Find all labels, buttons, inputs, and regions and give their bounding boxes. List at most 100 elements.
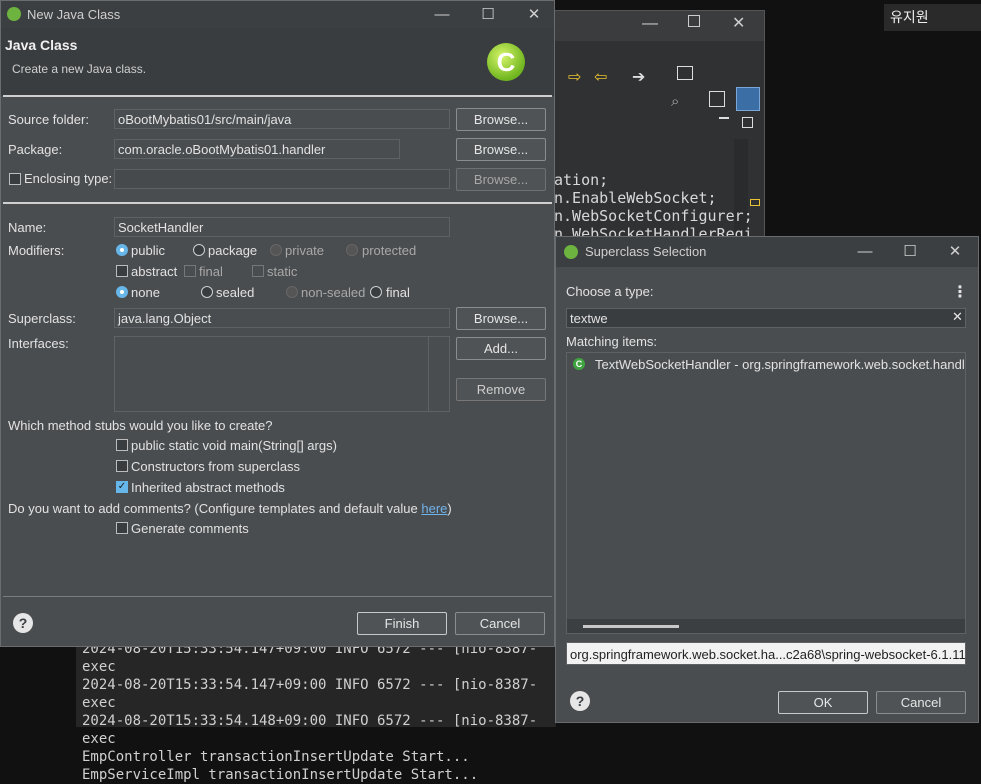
minimize-icon[interactable]: — [419,1,465,28]
superclass-browse-button[interactable]: Browse... [456,307,546,330]
modifier-public-radio[interactable] [116,244,128,256]
comments-question: Do you want to add comments? (Configure … [8,501,452,516]
static-label: static [267,264,298,279]
comments-question-end: ) [447,501,452,516]
interfaces-label: Interfaces: [8,336,69,351]
class-name-field[interactable]: SocketHandler [114,217,450,237]
list-horizontal-scrollbar[interactable] [567,619,965,633]
minimize-icon[interactable]: — [842,237,888,267]
sealed-radio[interactable] [201,286,213,298]
source-folder-field[interactable]: oBootMybatis01/src/main/java [114,109,450,129]
superclass-field[interactable]: java.lang.Object [114,308,450,328]
type-search-input[interactable]: textwe [566,308,966,328]
prev-annotation-icon[interactable]: ⇦ [594,67,607,87]
ide-titlebar: — ✕ [554,11,764,41]
open-perspective-icon[interactable] [709,91,725,107]
maximize-icon[interactable]: ☐ [887,237,933,267]
console-line: 2024-08-20T15:33:54.148+09:00 INFO 6572 … [82,713,538,747]
main-stub-label: public static void main(String[] args) [131,438,337,453]
final-radio[interactable] [370,286,382,298]
minimize-icon[interactable]: — [642,15,658,33]
method-stubs-question: Which method stubs would you like to cre… [8,418,273,433]
add-interface-button[interactable]: Add... [456,337,546,360]
static-checkbox[interactable] [252,265,264,277]
cancel-button[interactable]: Cancel [455,612,545,635]
wizard-subtitle: Create a new Java class. [12,62,147,76]
maximize-icon[interactable]: ☐ [465,1,511,28]
source-folder-label: Source folder: [8,112,89,127]
close-icon[interactable]: ✕ [932,237,978,267]
spring-app-icon [564,245,578,259]
help-icon[interactable]: ? [570,691,590,711]
next-annotation-icon[interactable]: ⇨ [568,67,581,87]
ok-button[interactable]: OK [778,691,868,714]
package-field[interactable]: com.oracle.oBootMybatis01.handler [114,139,400,159]
window-title: New Java Class [27,7,121,22]
abstract-checkbox[interactable] [116,265,128,277]
sealed-label: sealed [216,285,255,300]
class-icon: C [573,358,585,370]
inherited-methods-checkbox[interactable]: ✓ [116,481,128,493]
package-browse-button[interactable]: Browse... [456,138,546,161]
java-class-wizard-icon: C [487,43,525,81]
window-title: Superclass Selection [585,244,707,259]
superclass-selection-dialog: Superclass Selection — ☐ ✕ Choose a type… [555,236,979,723]
more-options-icon[interactable]: ⋮ [952,282,968,302]
matching-item-textwebsockethandler[interactable]: TextWebSocketHandler - org.springframewo… [595,357,965,372]
inherited-methods-label: Inherited abstract methods [131,480,285,495]
modifier-private-radio[interactable] [270,244,282,256]
java-perspective-icon[interactable] [736,87,760,111]
name-label: Name: [8,220,47,235]
modifier-protected-label: protected [362,243,417,258]
choose-type-label: Choose a type: [566,284,654,299]
selection-status-field: org.springframework.web.socket.ha...c2a6… [566,642,966,665]
finish-button[interactable]: Finish [357,612,447,635]
console-output: 2024-08-20T15:33:54.147+09:00 INFO 6572 … [76,640,556,783]
new-window-icon[interactable] [677,66,693,80]
enclosing-type-checkbox[interactable] [9,173,21,185]
enclosing-type-field[interactable] [114,169,450,189]
none-label: none [131,285,160,300]
search-icon[interactable]: ⌕ [671,93,679,110]
scrollbar-thumb[interactable] [583,625,679,628]
close-icon[interactable]: ✕ [511,1,557,28]
background-ide-window: — ✕ ⇨ ⇦ ➔ ⌕ ation; n.EnableWebSocket; n.… [553,10,765,252]
modifier-private-label: private [285,243,325,258]
maximize-icon[interactable] [688,15,700,27]
matching-items-label: Matching items: [566,334,658,349]
forward-icon[interactable]: ➔ [632,67,645,87]
cancel-button[interactable]: Cancel [876,691,966,714]
non-sealed-radio[interactable] [286,286,298,298]
modifier-public-label: public [131,243,165,258]
code-line: n.WebSocketConfigurer; [554,207,753,225]
source-folder-browse-button[interactable]: Browse... [456,108,546,131]
remove-interface-button[interactable]: Remove [456,378,546,401]
close-icon[interactable]: ✕ [732,13,745,33]
clear-search-icon[interactable]: ✕ [952,309,963,325]
modifier-package-label: package [208,243,258,258]
generate-comments-checkbox[interactable] [116,522,128,534]
main-stub-checkbox[interactable] [116,439,128,451]
section-divider [3,202,552,204]
constructors-stub-checkbox[interactable] [116,460,128,472]
enclosing-browse-button[interactable]: Browse... [456,168,546,191]
interfaces-list[interactable] [114,336,450,412]
console-line: EmpController transactionInsertUpdate St… [82,749,470,765]
view-maximize-icon[interactable] [742,117,753,128]
code-line: n.EnableWebSocket; [554,189,717,207]
modifier-protected-radio[interactable] [346,244,358,256]
view-minimize-icon[interactable] [719,117,729,119]
final-radio-label: final [386,285,410,300]
interfaces-scrollbar[interactable] [428,337,449,411]
superclass-label: Superclass: [8,311,76,326]
abstract-label: abstract [131,264,178,279]
user-name-chip: 유지원 [884,4,981,31]
modifiers-label: Modifiers: [8,243,65,258]
modifier-package-radio[interactable] [193,244,205,256]
help-icon[interactable]: ? [13,613,33,633]
none-radio[interactable] [116,286,128,298]
configure-templates-link[interactable]: here [421,501,447,516]
final-checkbox[interactable] [184,265,196,277]
matching-items-list[interactable]: C TextWebSocketHandler - org.springframe… [566,352,966,634]
code-line: ation; [554,171,609,189]
